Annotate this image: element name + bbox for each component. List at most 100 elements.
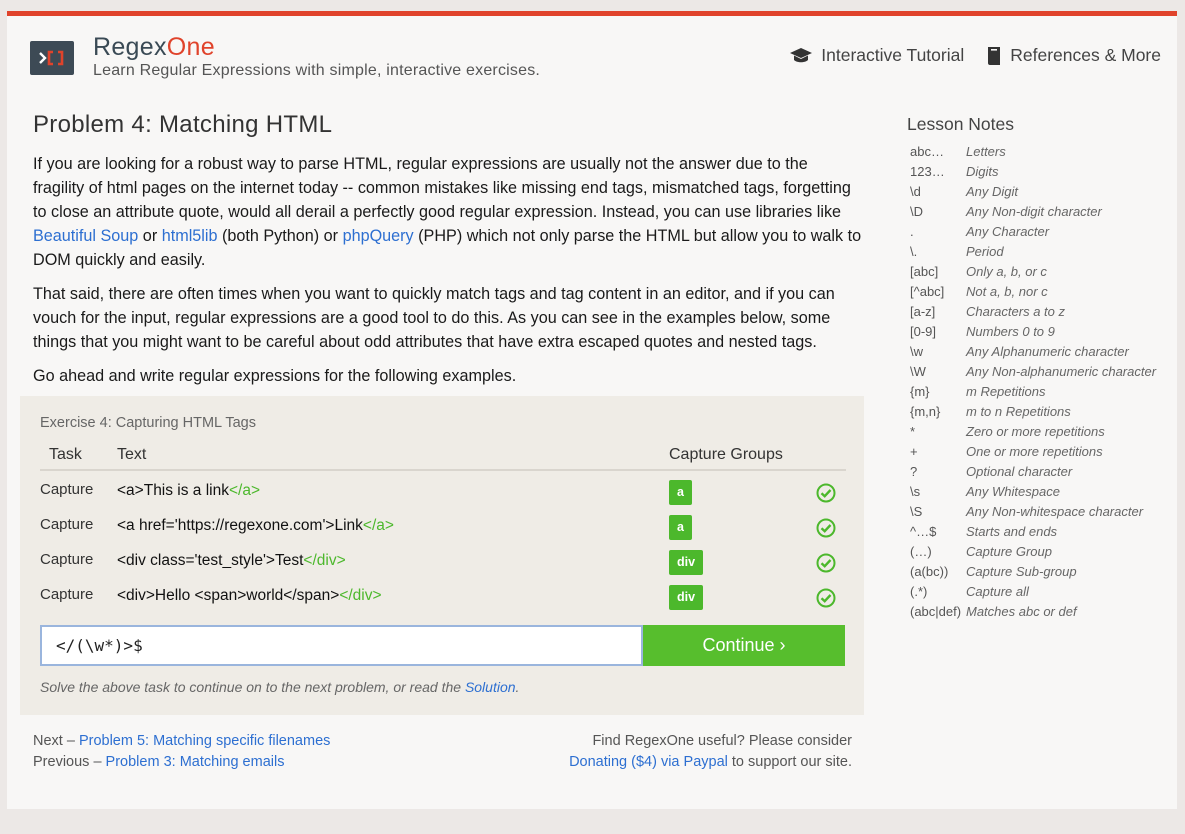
- next-prefix: Next –: [33, 733, 79, 749]
- exercise-title: Exercise 4: Capturing HTML Tags: [40, 415, 256, 431]
- lesson-note-item: \d Any Digit: [907, 184, 1167, 204]
- note-description: One or more repetitions: [966, 444, 1103, 459]
- note-description: Any Digit: [966, 184, 1019, 199]
- lesson-note-item: {m,n} m to n Repetitions: [907, 404, 1167, 424]
- row-text: <a href='https://regexone.com'>Link</a>: [117, 517, 394, 535]
- nav-interactive-tutorial[interactable]: Interactive Tutorial: [789, 45, 964, 66]
- row-text: <div class='test_style'>Test</div>: [117, 552, 346, 570]
- row-task: Capture: [40, 516, 94, 533]
- note-symbol: 123…: [910, 164, 945, 179]
- lesson-note-item: \s Any Whitespace: [907, 484, 1167, 504]
- instruction-paragraph: Go ahead and write regular expressions f…: [33, 367, 517, 385]
- note-symbol: [^abc]: [910, 284, 945, 299]
- note-description: Capture Sub-group: [966, 564, 1077, 579]
- note-symbol: \S: [910, 504, 923, 519]
- problem-navigation: Next – Problem 5: Matching specific file…: [33, 731, 330, 773]
- capture-group-badge: div: [669, 585, 704, 610]
- note-description: Digits: [966, 164, 999, 179]
- nav-references-label: References & More: [1010, 45, 1161, 65]
- table-row: Capture <div class='test_style'>Test</di…: [40, 541, 846, 576]
- note-symbol: \d: [910, 184, 921, 199]
- check-circle-icon: [816, 588, 836, 608]
- next-problem-link[interactable]: Problem 5: Matching specific filenames: [79, 733, 330, 749]
- note-description: Any Alphanumeric character: [966, 344, 1129, 359]
- lesson-note-item: {m} m Repetitions: [907, 384, 1167, 404]
- note-description: Any Non-alphanumeric character: [966, 364, 1157, 379]
- note-symbol: ^…$: [910, 524, 937, 539]
- solution-link[interactable]: Solution: [465, 679, 516, 695]
- note-symbol: abc…: [910, 144, 944, 159]
- note-description: Numbers 0 to 9: [966, 324, 1055, 339]
- note-description: m to n Repetitions: [966, 404, 1071, 419]
- note-description: Optional character: [966, 464, 1073, 479]
- note-description: Letters: [966, 144, 1006, 159]
- note-symbol: (abc|def): [910, 604, 962, 619]
- note-symbol: ?: [910, 464, 918, 479]
- continue-button[interactable]: Continue ›: [643, 625, 845, 666]
- table-row: Capture <a>This is a link</a> a: [40, 471, 846, 506]
- next-problem-line: Next – Problem 5: Matching specific file…: [33, 731, 330, 752]
- row-text-closing-tag: </a>: [362, 517, 394, 534]
- row-text-body: <div>Hello <span>world</span>: [117, 587, 340, 604]
- row-text-body: <a>This is a link: [117, 482, 229, 499]
- note-symbol: \D: [910, 204, 923, 219]
- phpquery-link[interactable]: phpQuery: [343, 227, 414, 245]
- check-circle-icon: [816, 483, 836, 503]
- support-message: Find RegexOne useful? Please consider Do…: [507, 731, 852, 773]
- lesson-note-item: . Any Character: [907, 224, 1167, 244]
- lesson-note-item: [a-z] Characters a to z: [907, 304, 1167, 324]
- row-text: <a>This is a link</a>: [117, 482, 260, 500]
- note-symbol: \.: [910, 244, 918, 259]
- previous-prefix: Previous –: [33, 754, 106, 770]
- note-description: Starts and ends: [966, 524, 1058, 539]
- note-symbol: .: [910, 224, 914, 239]
- note-description: Only a, b, or c: [966, 264, 1047, 279]
- note-symbol: {m,n}: [910, 404, 941, 419]
- brand-main: Regex: [93, 33, 167, 61]
- table-row: Capture <div>Hello <span>world</span></d…: [40, 576, 846, 611]
- note-symbol: [0-9]: [910, 324, 937, 339]
- note-symbol: (…): [910, 544, 932, 559]
- exercise-hint: Solve the above task to continue on to t…: [40, 679, 519, 695]
- note-symbol: \W: [910, 364, 926, 379]
- note-description: Any Whitespace: [966, 484, 1060, 499]
- row-task: Capture: [40, 481, 94, 498]
- intro-text-c: (both Python) or: [217, 227, 343, 245]
- intro-paragraph: If you are looking for a robust way to p…: [33, 152, 863, 272]
- lesson-note-item: ? Optional character: [907, 464, 1167, 484]
- support-line: Donating ($4) via Paypal to support our …: [507, 752, 852, 773]
- main-content: Problem 4: Matching HTML If you are look…: [33, 111, 863, 398]
- capture-group-badge: a: [669, 515, 692, 540]
- html5lib-link[interactable]: html5lib: [162, 227, 218, 245]
- row-text-closing-tag: </a>: [229, 482, 261, 499]
- lesson-note-item: ^…$ Starts and ends: [907, 524, 1167, 544]
- nav-references[interactable]: References & More: [986, 45, 1161, 66]
- lesson-note-item: 123… Digits: [907, 164, 1167, 184]
- row-task: Capture: [40, 586, 94, 603]
- note-symbol: (.*): [910, 584, 928, 599]
- lesson-note-item: \W Any Non-alphanumeric character: [907, 364, 1167, 384]
- brand-tagline: Learn Regular Expressions with simple, i…: [93, 62, 541, 79]
- lesson-note-item: * Zero or more repetitions: [907, 424, 1167, 444]
- check-circle-icon: [816, 553, 836, 573]
- previous-problem-link[interactable]: Problem 3: Matching emails: [106, 754, 285, 770]
- lesson-note-item: (abc|def) Matches abc or def: [907, 604, 1167, 624]
- regex-input[interactable]: [40, 625, 643, 666]
- donate-link[interactable]: Donating ($4) via Paypal: [569, 754, 728, 770]
- note-symbol: *: [910, 424, 916, 439]
- beautiful-soup-link[interactable]: Beautiful Soup: [33, 227, 138, 245]
- page: RegexOne Learn Regular Expressions with …: [7, 11, 1177, 809]
- check-circle-icon: [816, 518, 836, 538]
- lesson-note-item: [abc] Only a, b, or c: [907, 264, 1167, 284]
- lesson-note-item: \S Any Non-whitespace character: [907, 504, 1167, 524]
- exercise-panel: Exercise 4: Capturing HTML Tags Task Tex…: [20, 396, 864, 715]
- lesson-note-item: abc… Letters: [907, 144, 1167, 164]
- logo-icon[interactable]: [30, 41, 74, 75]
- nav-tutorial-label: Interactive Tutorial: [821, 45, 965, 65]
- note-description: m Repetitions: [966, 384, 1046, 399]
- note-description: Period: [966, 244, 1004, 259]
- table-row: Capture <a href='https://regexone.com'>L…: [40, 506, 846, 541]
- brand-name[interactable]: RegexOne: [93, 33, 215, 62]
- exercise-table: Task Text Capture Groups Capture <a>This…: [40, 442, 846, 611]
- graduation-cap-icon: [789, 46, 813, 66]
